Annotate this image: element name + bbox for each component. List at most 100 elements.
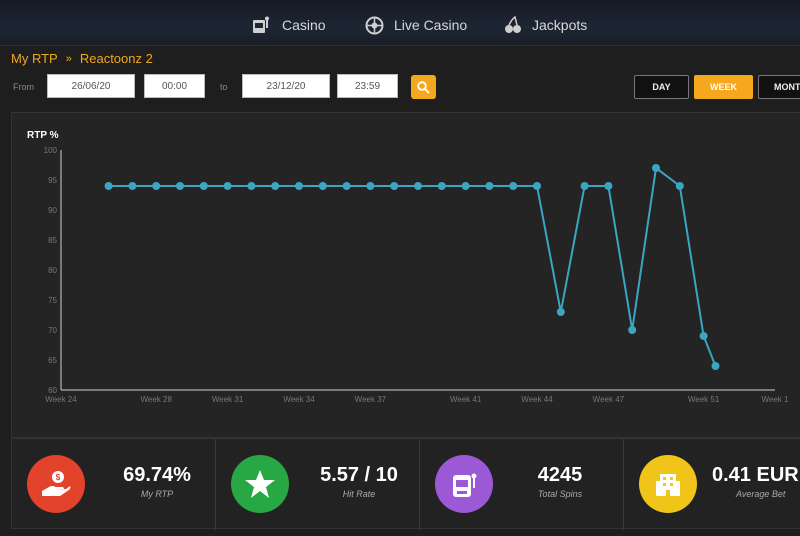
- x-tick-label: Week 34: [283, 395, 315, 404]
- data-point: [318, 182, 327, 190]
- stat-icon-circle: [435, 455, 493, 513]
- period-month-button[interactable]: MONT: [758, 75, 800, 99]
- y-tick-label: 75: [48, 296, 57, 305]
- stat-label: Average Bet: [736, 489, 786, 499]
- nav-item-label: Casino: [282, 17, 326, 33]
- from-time-input[interactable]: 00:00: [144, 74, 205, 98]
- from-date-input[interactable]: 26/06/20: [47, 74, 135, 98]
- rtp-line-chart: RTP % 100 95 90 85 80 75 70 65 60 Week 24 Week 28…: [27, 130, 789, 404]
- data-point: [414, 182, 422, 190]
- data-point: [699, 332, 708, 340]
- to-date-input[interactable]: 23/12/20: [242, 74, 330, 98]
- nav-item-casino[interactable]: Casino: [252, 14, 326, 36]
- y-axis-label: RTP %: [27, 130, 59, 141]
- rtp-points: [104, 164, 720, 370]
- data-point: [104, 182, 113, 190]
- svg-text:$: $: [56, 473, 61, 482]
- stat-icon-circle: [231, 455, 289, 513]
- slot-machine-icon: [453, 473, 477, 497]
- stat-my-rtp: $ 69.74% My RTP: [12, 439, 216, 530]
- data-point: [580, 182, 589, 190]
- stat-label: My RTP: [140, 489, 174, 499]
- data-point: [247, 182, 256, 190]
- y-tick-label: 60: [48, 386, 57, 395]
- nav-item-label: Live Casino: [394, 17, 468, 33]
- date-filters: From 26/06/20 00:00 to 23/12/20 23:59 DA…: [0, 74, 800, 100]
- data-point: [711, 362, 720, 370]
- building-icon: [656, 474, 680, 496]
- stat-value: 69.74%: [123, 464, 191, 486]
- stat-value: 5.57 / 10: [320, 464, 398, 486]
- data-point: [199, 182, 208, 190]
- x-tick-label: Week 24: [45, 395, 77, 404]
- stat-value: 0.41 EUR: [712, 464, 799, 486]
- stat-total-spins: 4245 Total Spins: [420, 439, 624, 530]
- to-label: to: [220, 82, 228, 92]
- data-point: [390, 182, 399, 190]
- data-point: [176, 182, 184, 190]
- data-point: [342, 182, 351, 190]
- stat-icon-circle: $: [27, 455, 85, 513]
- cherries-icon: [505, 16, 521, 33]
- data-point: [295, 182, 303, 190]
- stat-value: 4245: [537, 464, 583, 486]
- data-point: [271, 182, 280, 190]
- stat-label: Total Spins: [537, 489, 583, 499]
- y-tick-label: 100: [44, 146, 58, 155]
- from-label: From: [13, 82, 34, 92]
- y-tick-label: 85: [48, 236, 57, 245]
- breadcrumb-current: Reactoonz 2: [79, 51, 153, 66]
- data-point: [437, 182, 446, 190]
- rtp-line: [108, 166, 717, 367]
- breadcrumb: My RTP » Reactoonz 2: [11, 51, 153, 66]
- top-navigation: Casino Live Casino Jackpots: [0, 0, 800, 46]
- x-tick-label: Week 28: [140, 395, 172, 404]
- search-button[interactable]: [411, 75, 436, 99]
- period-week-button[interactable]: WEEK: [694, 75, 753, 99]
- y-tick-label: 90: [48, 206, 57, 215]
- period-day-button[interactable]: DAY: [634, 75, 689, 99]
- y-tick-labels: 100 95 90 85 80 75 70 65 60: [44, 146, 58, 395]
- x-tick-label: Week 47: [593, 395, 625, 404]
- roulette-icon: [365, 16, 384, 34]
- x-tick-label: Week 1: [762, 395, 790, 404]
- nav-item-live-casino[interactable]: Live Casino: [365, 14, 467, 36]
- stat-average-bet: 0.41 EUR Average Bet: [624, 439, 800, 530]
- data-point: [485, 182, 494, 190]
- stat-icon-circle: [639, 455, 697, 513]
- data-point: [556, 308, 565, 316]
- data-point: [652, 164, 660, 172]
- stat-hit-rate: 5.57 / 10 Hit Rate: [216, 439, 420, 530]
- y-tick-label: 95: [48, 176, 57, 185]
- data-point: [604, 182, 613, 190]
- data-point: [366, 182, 375, 190]
- breadcrumb-root[interactable]: My RTP: [11, 51, 58, 66]
- data-point: [533, 182, 541, 190]
- y-tick-label: 80: [48, 266, 57, 275]
- data-point: [675, 182, 684, 190]
- data-point: [628, 326, 637, 334]
- casino-slot-icon: [253, 16, 269, 33]
- search-icon: [417, 80, 430, 94]
- rtp-series: [108, 166, 717, 367]
- x-tick-label: Week 31: [212, 395, 244, 404]
- data-point: [509, 182, 518, 190]
- to-time-input[interactable]: 23:59: [337, 74, 398, 98]
- nav-item-jackpots[interactable]: Jackpots: [504, 14, 587, 36]
- rtp-chart-panel: RTP % 100 95 90 85 80 75 70 65 60 Week 24 Week 28…: [11, 112, 800, 438]
- stat-label: Hit Rate: [342, 489, 376, 499]
- x-tick-label: Week 44: [521, 395, 553, 404]
- x-tick-label: Week 51: [688, 395, 720, 404]
- stats-bar: $ 69.74% My RTP 5.57 / 10 Hit Rate 4245 …: [11, 438, 800, 530]
- data-point: [128, 182, 137, 190]
- data-point: [461, 182, 470, 190]
- data-point: [223, 182, 232, 190]
- x-tick-label: Week 37: [355, 395, 387, 404]
- nav-item-label: Jackpots: [532, 17, 588, 33]
- y-tick-label: 70: [48, 326, 57, 335]
- hand-coin-icon: $: [42, 471, 71, 496]
- x-tick-labels: Week 24 Week 28 Week 31 Week 34 Week 37 Week …: [45, 395, 789, 404]
- x-tick-label: Week 41: [450, 395, 482, 404]
- y-tick-label: 65: [48, 356, 57, 365]
- star-icon: [245, 470, 275, 498]
